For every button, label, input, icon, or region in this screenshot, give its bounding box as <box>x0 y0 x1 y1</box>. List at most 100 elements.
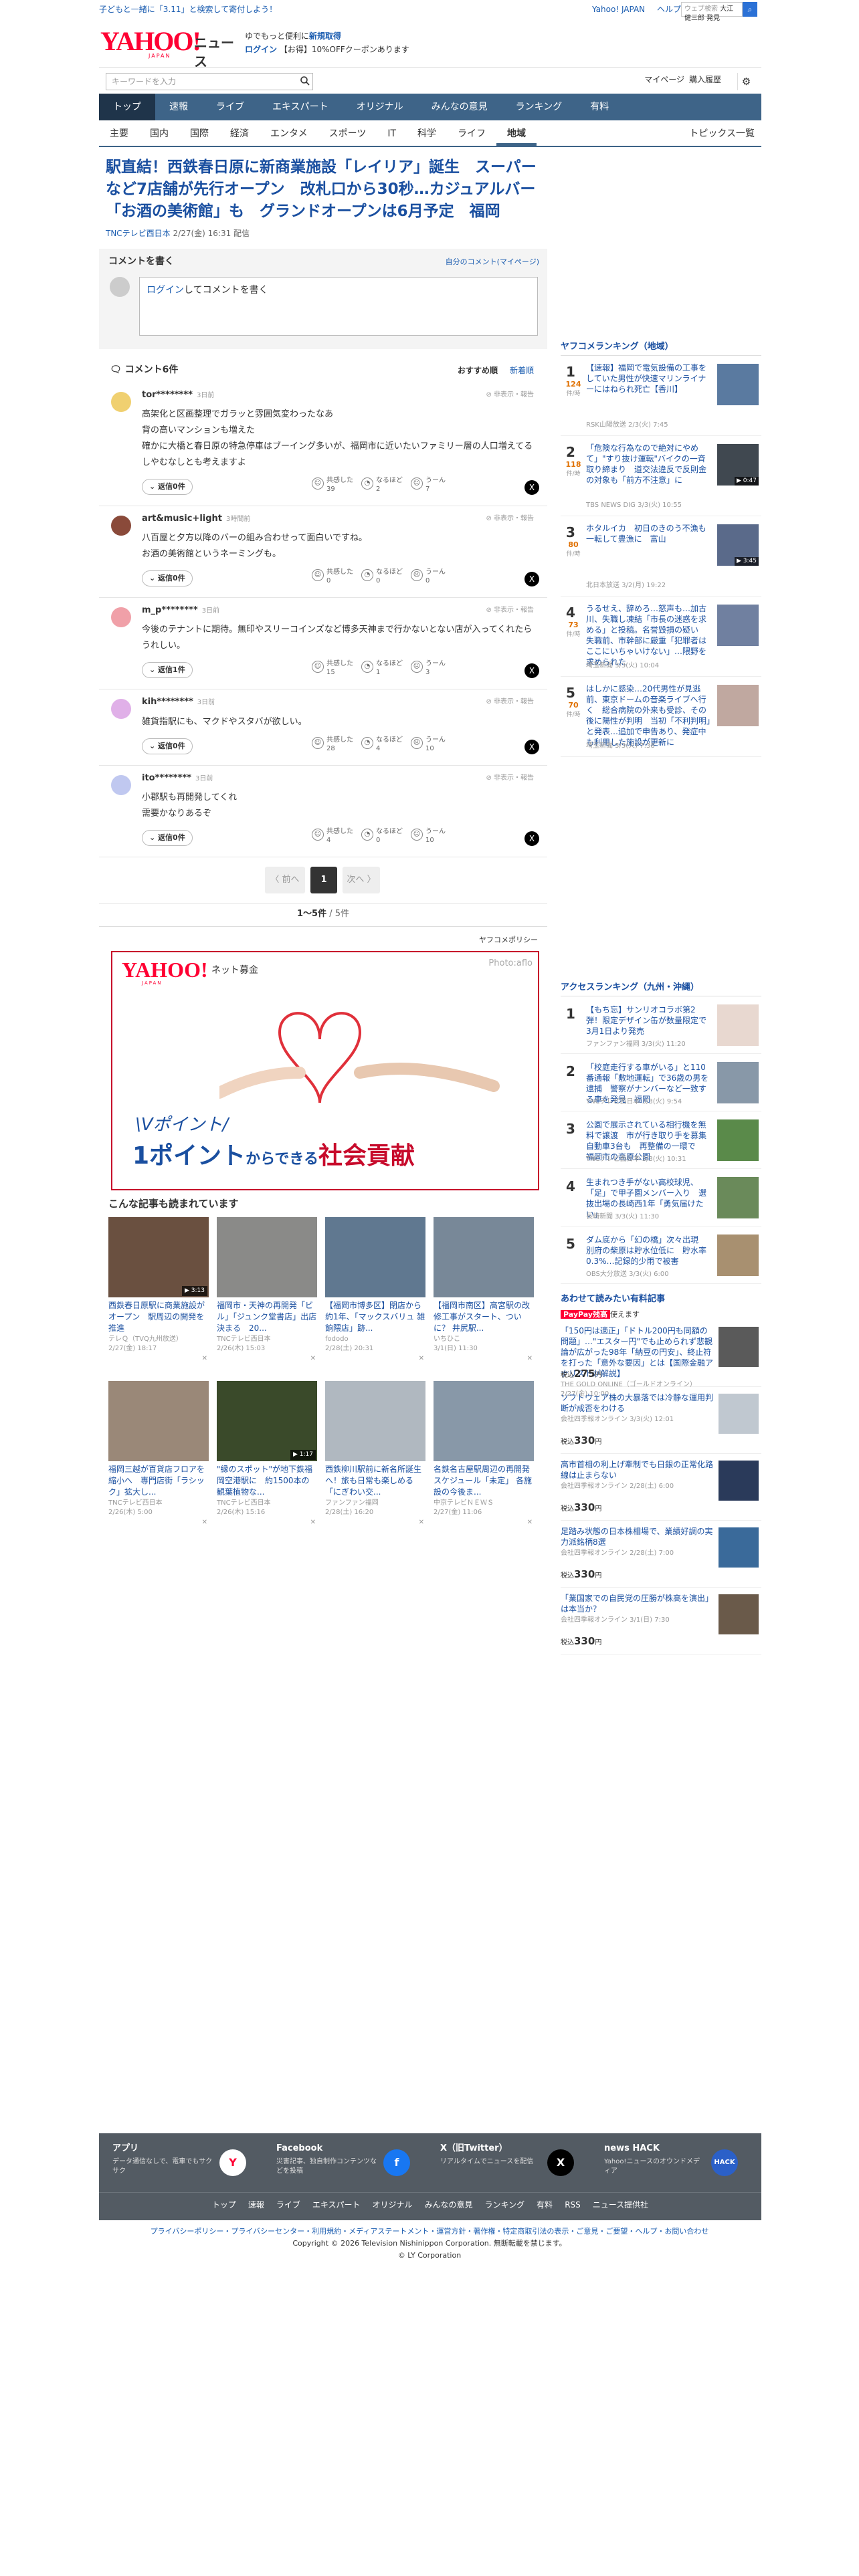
footer-link[interactable]: 有料 <box>531 2199 559 2211</box>
report-link[interactable]: ⊘ 非表示・報告 <box>486 606 534 615</box>
paid-item[interactable]: 「業国家での自民党の圧勝が株高を演出」は本当か？ 会社四季報オンライン 3/1(日… <box>561 1588 761 1654</box>
footer-link[interactable]: トップ <box>206 2199 242 2211</box>
ranking-title[interactable]: 【速報】福岡で電気設備の工事をしていた男性が快速マリンライナーにはねられ死亡【香… <box>586 362 710 395</box>
thumbnail-image[interactable] <box>434 1216 534 1297</box>
report-link[interactable]: ⊘ 非表示・報告 <box>486 697 534 707</box>
sort-recommended[interactable]: おすすめ順 <box>458 365 498 377</box>
empathy-button[interactable]: ☺ 共感した 28 <box>312 736 353 753</box>
access-thumbnail[interactable] <box>717 1235 759 1276</box>
hmm-button[interactable]: ☹ うーん 0 <box>411 568 446 585</box>
footer-link[interactable]: ランキング <box>479 2199 531 2211</box>
close-icon[interactable]: ✕ <box>419 1518 424 1527</box>
access-title[interactable]: 【もち忘】サンリオコラボ第2弾！限定デザイン缶が数量限定で3月1日より発売 <box>586 1004 710 1037</box>
related-card[interactable]: 福岡三越が百貨店フロアを縮小へ 専門店街「ラシック」拡大し... TNCテレビ西日… <box>108 1380 209 1545</box>
help-link[interactable]: ヘルプ <box>657 5 681 14</box>
related-title[interactable]: 名鉄名古屋駅周辺の再開発スケジュール「未定」 各施設の今後ま... <box>434 1464 534 1499</box>
tab-main[interactable]: 主要 <box>99 120 139 146</box>
nav-opinion[interactable]: みんなの意見 <box>417 94 502 120</box>
access-thumbnail[interactable] <box>717 1062 759 1103</box>
paid-item[interactable]: 高市首相の利上げ牽制でも日銀の正常化路線は止まらない 会社四季報オンライン 2/2… <box>561 1454 761 1521</box>
ranking-item[interactable]: 1 124 件/時 【速報】福岡で電気設備の工事をしていた男性が快速マリンライナーには… <box>561 356 761 436</box>
x-share-icon[interactable]: X <box>524 572 539 587</box>
related-card[interactable]: 西鉄柳川駅前に新名所誕生へ！旅も日常も楽しめる「にぎわい交... ファンファン福岡… <box>325 1380 425 1545</box>
insight-button[interactable]: ◔ なるほど 0 <box>361 568 403 585</box>
charity-ad-banner[interactable]: YAHOO! JAPAN ネット募金 Photo:aflo \Vポイント/ 1ポ… <box>111 950 539 1190</box>
empathy-button[interactable]: ☺ 共感した 4 <box>312 827 353 845</box>
insight-button[interactable]: ◔ なるほど 2 <box>361 476 403 494</box>
hmm-button[interactable]: ☹ うーん 3 <box>411 659 446 677</box>
access-thumbnail[interactable] <box>717 1119 759 1161</box>
related-title[interactable]: 西鉄春日原駅に商業施設がオープン 駅周辺の開発を推進 <box>108 1300 209 1335</box>
ranking-thumbnail[interactable]: ▶ 3:45 <box>717 524 759 566</box>
ranking-thumbnail[interactable]: ▶ 0:47 <box>717 444 759 486</box>
search-icon[interactable] <box>300 76 310 86</box>
related-title[interactable]: "縁のスポット"が地下鉄福岡空港駅に 約1500本の観葉植物な... <box>217 1464 317 1499</box>
thumbnail-image[interactable] <box>325 1216 425 1297</box>
hmm-button[interactable]: ☹ うーん 7 <box>411 476 446 494</box>
related-card[interactable]: 【福岡市博多区】閉店から約1年、「マックスバリュ 雑餉隈店」跡... fododo… <box>325 1216 425 1381</box>
paid-title[interactable]: 高市首相の利上げ牽制でも日銀の正常化路線は止まらない <box>561 1459 714 1481</box>
access-title[interactable]: ダム底から「幻の橋」次々出現 別府の柴原は貯水位低に 貯水率0.3%…記録的少雨… <box>586 1235 710 1267</box>
thumbnail-image[interactable]: ▶ 1:17 <box>217 1380 317 1461</box>
access-item[interactable]: 1 【もち忘】サンリオコラボ第2弾！限定デザイン缶が数量限定で3月1日より発売 ファ… <box>561 996 761 1054</box>
related-title[interactable]: 【福岡市南区】高宮駅の改修工事がスタート、ついに？ 井尻駅... <box>434 1300 534 1335</box>
close-icon[interactable]: ✕ <box>527 1354 533 1364</box>
access-item[interactable]: 4 生まれつき手がない高校球児、「足」で甲子園メンバー入り 選抜出場の長崎西1年「… <box>561 1169 761 1226</box>
related-card[interactable]: 福岡市・天神の再開発「ビル」「ジュンク堂書店」出店決まる 20... TNCテレビ… <box>217 1216 317 1381</box>
source-link[interactable]: TNCテレビ西日本 <box>106 229 171 238</box>
keyword-search-input[interactable]: キーワードを入力 <box>106 73 313 90</box>
paid-thumbnail[interactable] <box>719 1393 759 1434</box>
access-item[interactable]: 2 「校庭走行する車がいる」と110番通報「敷地運転」で36歳の男を逮捕 警察がナ… <box>561 1054 761 1111</box>
page-1-button[interactable]: 1 <box>310 866 337 893</box>
paid-item[interactable]: 「150円は適正」「ドトル200円も同額の問題」…"エスター円"でも止められず悲… <box>561 1320 761 1398</box>
topics-list-link[interactable]: トピックス一覧 <box>689 120 755 147</box>
related-title[interactable]: 【福岡市博多区】閉店から約1年、「マックスバリュ 雑餉隈店」跡... <box>325 1300 425 1335</box>
comment-author[interactable]: tor******** 3日前 <box>142 389 539 401</box>
yahoo-news-logo[interactable]: YAHOO! JAPAN ニュース <box>100 28 237 70</box>
gear-icon[interactable]: ⚙ <box>737 73 755 90</box>
empathy-button[interactable]: ☺ 共感した 39 <box>312 476 353 494</box>
ranking-title[interactable]: うるせえ、辞めろ…怒声も…加古川、失職し凍結「市長の迷惑を求める」と投稿。名誉毀… <box>586 603 710 667</box>
footer-link[interactable]: ニュース提供社 <box>587 2199 654 2211</box>
tab-economy[interactable]: 経済 <box>219 120 260 146</box>
login-link[interactable]: ログイン <box>147 285 184 296</box>
author-name[interactable]: kih******** <box>142 697 193 707</box>
access-thumbnail[interactable] <box>717 1004 759 1046</box>
paid-thumbnail[interactable] <box>719 1527 759 1568</box>
tab-life[interactable]: ライフ <box>447 120 496 146</box>
ranking-title[interactable]: ホタルイカ 初日のきのう不漁も 一転して豊漁に 富山 <box>586 523 714 544</box>
thumbnail-image[interactable] <box>325 1380 425 1461</box>
next-page-button[interactable]: 次へ 〉 <box>343 866 380 893</box>
report-link[interactable]: ⊘ 非表示・報告 <box>486 514 534 524</box>
footer-app-2[interactable]: X（旧Twitter） リアルタイムでニュースを配信 X <box>440 2143 594 2176</box>
ranking-thumbnail[interactable] <box>717 364 759 405</box>
footer-app-3[interactable]: news HACK Yahoo!ニュースのオウンドメディア HACK <box>604 2143 758 2176</box>
article-title[interactable]: 駅直結！西鉄春日原に新商業施設「レイリア」誕生 スーパーなど7店舗が先行オープン… <box>99 147 547 227</box>
insight-button[interactable]: ◔ なるほど 0 <box>361 827 403 845</box>
nav-breaking[interactable]: 速報 <box>155 94 202 120</box>
web-search-button[interactable]: ⌕ <box>743 2 757 17</box>
login-link[interactable]: ログイン <box>245 45 277 54</box>
ranking-item[interactable]: 4 73 件/時 うるせえ、辞めろ…怒声も…加古川、失職し凍結「市長の迷惑を求める」と… <box>561 597 761 677</box>
nav-expert[interactable]: エキスパート <box>258 94 343 120</box>
paid-thumbnail[interactable] <box>719 1460 759 1501</box>
reply-button[interactable]: ⌄ 返信0件 <box>142 478 193 495</box>
paid-thumbnail[interactable] <box>719 1326 759 1367</box>
close-icon[interactable]: ✕ <box>419 1354 424 1364</box>
paid-title[interactable]: 足踏み状態の日本株相場で、業績好調の実力派銘柄8選 <box>561 1526 714 1547</box>
paid-thumbnail[interactable] <box>719 1594 759 1634</box>
footer-link[interactable]: 速報 <box>242 2199 270 2211</box>
comment-author[interactable]: m_p******** 3日前 <box>142 605 539 617</box>
close-icon[interactable]: ✕ <box>202 1354 207 1364</box>
footer-link[interactable]: エキスパート <box>306 2199 367 2211</box>
paid-title[interactable]: 「業国家での自民党の圧勝が株高を演出」は本当か？ <box>561 1593 714 1614</box>
author-name[interactable]: tor******** <box>142 390 193 400</box>
empathy-button[interactable]: ☺ 共感した 0 <box>312 568 353 585</box>
x-share-icon[interactable]: X <box>524 739 539 754</box>
thumbnail-image[interactable] <box>108 1380 209 1461</box>
empathy-button[interactable]: ☺ 共感した 15 <box>312 659 353 677</box>
footer-link[interactable]: オリジナル <box>367 2199 419 2211</box>
author-name[interactable]: ito******** <box>142 773 191 783</box>
related-card[interactable]: ▶ 1:17 "縁のスポット"が地下鉄福岡空港駅に 約1500本の観葉植物な...… <box>217 1380 317 1545</box>
footer-app-1[interactable]: Facebook 災害記事、独自制作コンテンツなどを投稿 f <box>276 2143 430 2176</box>
